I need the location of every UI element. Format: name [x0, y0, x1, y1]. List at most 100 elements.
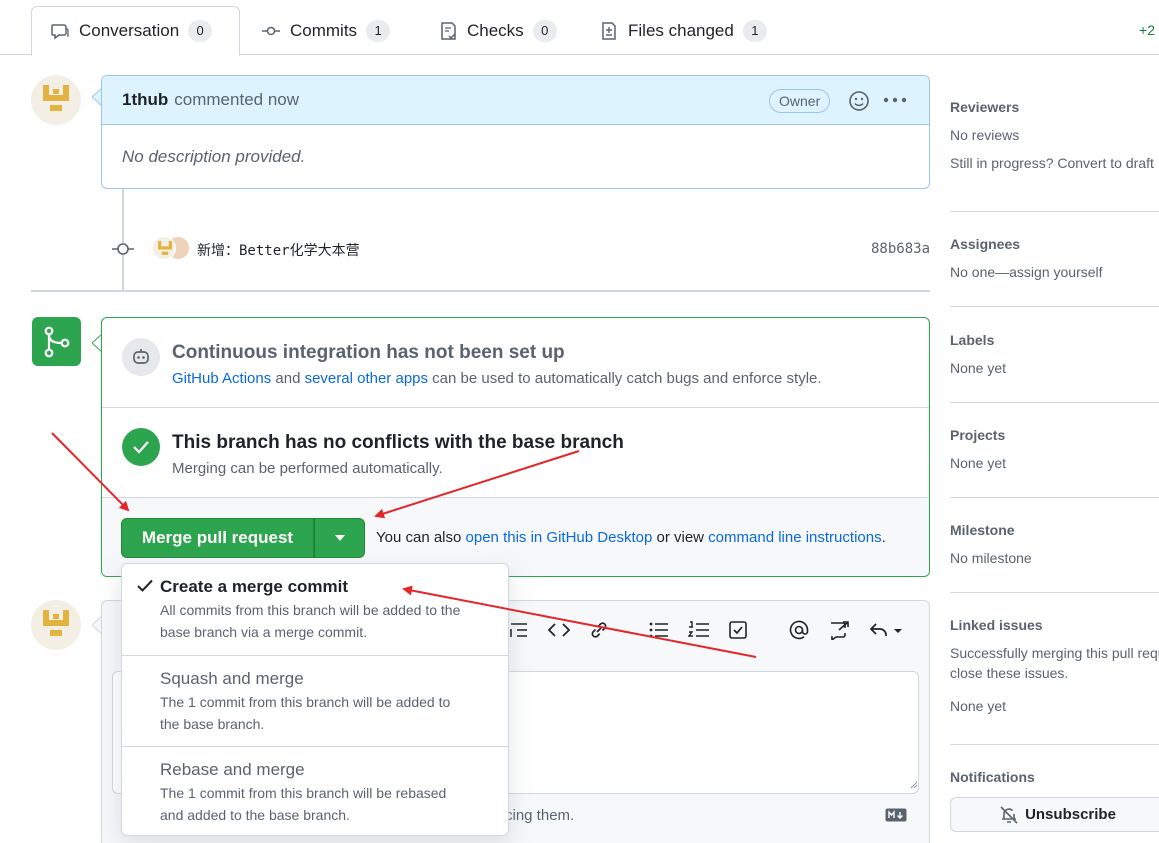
ci-title: Continuous integration has not been set …: [172, 342, 565, 363]
sidebar-linked-issues: Linked issues Successfully merging this …: [950, 617, 1159, 714]
tab-label: Checks: [467, 20, 524, 40]
reply-dropdown-icon[interactable]: [868, 620, 904, 640]
menu-item-squash-and-merge[interactable]: Squash and merge The 1 commit from this …: [122, 656, 508, 747]
avatar[interactable]: [31, 600, 81, 650]
assign-yourself-text[interactable]: No one—assign yourself: [950, 264, 1159, 280]
tab-counter: 1: [366, 19, 391, 42]
also-prefix: You can also: [376, 529, 462, 546]
smiley-icon[interactable]: [848, 90, 870, 112]
no-conflicts-title: This branch has no conflicts with the ba…: [172, 432, 624, 453]
menu-item-create-merge-commit[interactable]: Create a merge commit All commits from t…: [122, 564, 508, 656]
sidebar-text: None yet: [950, 360, 1007, 376]
commit-icon: [262, 26, 280, 35]
timeline-divider: [31, 290, 930, 292]
tab-commits[interactable]: Commits 1: [243, 6, 408, 55]
sidebar-labels: Labels None yet: [950, 332, 1159, 376]
ordered-list-icon[interactable]: [688, 620, 710, 640]
tab-label: Commits: [290, 20, 358, 40]
cross-reference-icon[interactable]: [828, 620, 850, 640]
sidebar-heading[interactable]: Milestone: [950, 522, 1159, 538]
unordered-list-icon[interactable]: [648, 620, 670, 640]
pr-tab-bar: Conversation 0 Commits 1 Checks 0 Files …: [0, 0, 1159, 56]
robot-icon: [133, 349, 149, 364]
sidebar-divider: [950, 497, 1159, 498]
link-icon[interactable]: [588, 620, 610, 640]
merge-method-dropdown-button[interactable]: [314, 518, 365, 558]
github-desktop-link[interactable]: open this in GitHub Desktop: [466, 529, 653, 546]
mention-icon[interactable]: [788, 620, 810, 640]
menu-item-description: and added to the base branch.: [160, 807, 350, 823]
merge-pull-request-button[interactable]: Merge pull request: [121, 518, 314, 558]
comment-body: No description provided.: [122, 147, 306, 166]
unsubscribe-button[interactable]: Unsubscribe: [950, 797, 1159, 832]
ci-rest-text: can be used to automatically catch bugs …: [432, 370, 822, 387]
commit-message[interactable]: 新增：Better化学大本营: [197, 240, 360, 260]
owner-badge: Owner: [769, 89, 831, 113]
checklist-icon: [441, 21, 456, 40]
sidebar-notifications: Notifications: [950, 769, 1159, 785]
file-diff-icon: [602, 21, 616, 40]
identicon-h-icon: [43, 610, 69, 636]
sidebar-heading[interactable]: Reviewers: [950, 99, 1159, 115]
sidebar-heading: Notifications: [950, 769, 1035, 785]
tab-counter: 0: [532, 19, 557, 42]
git-merge-icon: [32, 317, 81, 366]
task-list-icon[interactable]: [728, 620, 748, 640]
ci-icon-wrap: [122, 338, 160, 376]
command-line-link[interactable]: command line instructions: [708, 529, 881, 546]
tab-files-changed[interactable]: Files changed 1: [581, 6, 785, 55]
menu-item-rebase-and-merge[interactable]: Rebase and merge The 1 commit from this …: [122, 747, 508, 836]
menu-item-title: Squash and merge: [160, 669, 304, 688]
other-apps-link[interactable]: several other apps: [305, 370, 428, 387]
convert-to-draft-text[interactable]: Still in progress? Convert to draft: [950, 155, 1159, 171]
unsubscribe-label: Unsubscribe: [1025, 806, 1116, 823]
sidebar-divider: [950, 592, 1159, 593]
code-icon[interactable]: [548, 620, 570, 640]
sidebar-heading[interactable]: Linked issues: [950, 617, 1159, 633]
sidebar-heading[interactable]: Projects: [950, 427, 1159, 443]
commit-node-icon: [112, 243, 134, 255]
no-conflicts-row: This branch has no conflicts with the ba…: [102, 408, 929, 498]
identicon-h-icon: [43, 85, 69, 111]
commit-avatars[interactable]: [152, 236, 190, 262]
menu-item-title: Create a merge commit: [160, 577, 349, 596]
tab-counter: 1: [742, 19, 767, 42]
no-conflicts-subtitle: Merging can be performed automatically.: [172, 460, 443, 477]
menu-item-description: The 1 commit from this branch will be ad…: [160, 694, 451, 710]
merge-box: Continuous integration has not been set …: [101, 317, 930, 577]
sidebar-divider: [950, 744, 1159, 745]
comment-author[interactable]: 1thub: [122, 90, 168, 110]
avatar[interactable]: [31, 75, 81, 125]
sidebar-heading[interactable]: Assignees: [950, 236, 1159, 252]
check-icon: [137, 579, 153, 592]
merge-method-menu: Create a merge commit All commits from t…: [121, 563, 509, 836]
sidebar-text: Successfully merging this pull request m…: [950, 645, 1159, 661]
resize-handle-icon[interactable]: [908, 779, 918, 789]
sidebar-milestone: Milestone No milestone: [950, 522, 1159, 566]
editor-hint-text: cing them.: [505, 807, 575, 824]
sidebar-projects: Projects None yet: [950, 427, 1159, 471]
identicon-h-icon: [158, 241, 172, 255]
tab-label: Files changed: [628, 20, 734, 40]
menu-item-description: All commits from this branch will be add…: [160, 602, 461, 618]
github-actions-link[interactable]: GitHub Actions: [172, 370, 271, 387]
sidebar-divider: [950, 402, 1159, 403]
sidebar-divider: [950, 211, 1159, 212]
tab-conversation[interactable]: Conversation 0: [31, 6, 240, 56]
ci-and-text: and: [275, 370, 301, 387]
quote-icon[interactable]: [509, 621, 529, 639]
ci-description: GitHub Actions and several other apps ca…: [172, 370, 822, 387]
diffstat-additions: +2: [1139, 22, 1155, 38]
sidebar-text: No reviews: [950, 127, 1020, 143]
markdown-icon[interactable]: [885, 808, 907, 822]
commit-sha[interactable]: 88b683a: [871, 241, 930, 257]
kebab-menu-icon[interactable]: [883, 95, 907, 105]
sidebar-text: close these issues.: [950, 665, 1069, 681]
comment-action[interactable]: commented now: [174, 90, 299, 110]
tab-checks[interactable]: Checks 0: [420, 6, 575, 55]
menu-item-title: Rebase and merge: [160, 760, 305, 779]
menu-item-description: the base branch.: [160, 716, 265, 732]
comment-icon: [51, 24, 69, 40]
alternative-actions-text: You can also open this in GitHub Desktop…: [376, 529, 886, 546]
sidebar-heading[interactable]: Labels: [950, 332, 1159, 348]
